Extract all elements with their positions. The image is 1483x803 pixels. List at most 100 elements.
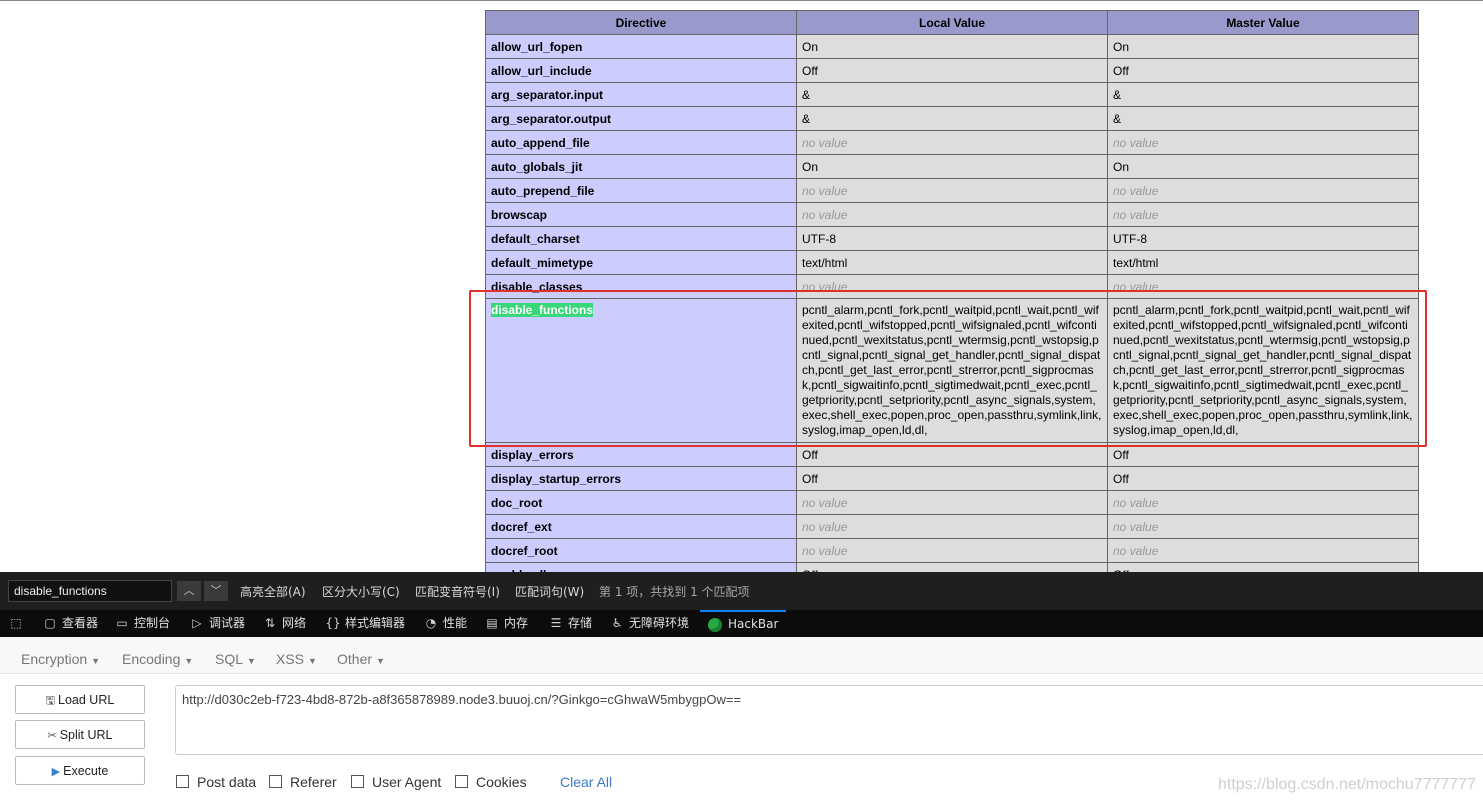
picker-icon: ⬚ xyxy=(10,616,22,630)
match-diacritics-toggle[interactable]: 匹配变音符号(I) xyxy=(415,583,500,600)
table-row: default_mimetype text/html text/html xyxy=(485,250,1419,275)
header-directive: Directive xyxy=(485,10,797,35)
local-value-cell: On xyxy=(796,154,1108,179)
local-value-cell: no value xyxy=(796,130,1108,155)
load-icon: 🖫 xyxy=(45,695,56,707)
url-textarea[interactable]: http://d030c2eb-f723-4bd8-872b-a8f365878… xyxy=(175,685,1483,755)
tab-accessibility[interactable]: ♿ 无障碍环境 xyxy=(609,610,689,637)
local-value-cell: text/html xyxy=(796,250,1108,275)
cookies-checkbox[interactable]: Cookies xyxy=(455,774,527,790)
devtools-toolbar: ⬚ ▢ 查看器 ▭ 控制台 ▷ 调试器 ⇅ 网络 {} 样式编辑器 ◔ 性能 ▤ 内存 ☰ 存储… xyxy=(0,610,1483,637)
menu-sql[interactable]: SQL ▼ xyxy=(215,651,256,667)
menu-xss[interactable]: XSS ▼ xyxy=(276,651,317,667)
directive-name: arg_separator.input xyxy=(491,87,604,102)
split-url-button[interactable]: ✂ Split URL xyxy=(15,720,145,749)
directive-cell: arg_separator.output xyxy=(485,106,797,131)
master-value-cell: text/html xyxy=(1107,250,1419,275)
tab-performance[interactable]: ◔ 性能 xyxy=(423,610,467,637)
clear-all-link[interactable]: Clear All xyxy=(560,774,612,790)
table-row: allow_url_fopen On On xyxy=(485,34,1419,59)
table-row: arg_separator.output & & xyxy=(485,106,1419,131)
find-input[interactable] xyxy=(8,580,172,602)
master-value-cell: no value xyxy=(1107,538,1419,563)
master-value-cell: On xyxy=(1107,154,1419,179)
master-value-cell: Off xyxy=(1107,58,1419,83)
directive-cell: auto_globals_jit xyxy=(485,154,797,179)
local-value-cell: no value xyxy=(796,490,1108,515)
local-value-cell: Off xyxy=(796,466,1108,491)
caret-down-icon: ▼ xyxy=(376,656,385,666)
tab-hackbar[interactable]: HackBar xyxy=(700,610,787,639)
directive-cell: auto_prepend_file xyxy=(485,178,797,203)
post-data-checkbox[interactable]: Post data xyxy=(176,774,256,790)
directive-name: allow_url_include xyxy=(491,63,592,78)
user-agent-checkbox[interactable]: User Agent xyxy=(351,774,441,790)
performance-icon: ◔ xyxy=(425,616,437,630)
find-next-button[interactable]: ﹀ xyxy=(204,581,228,601)
table-row: default_charset UTF-8 UTF-8 xyxy=(485,226,1419,251)
header-local-value: Local Value xyxy=(796,10,1108,35)
directive-cell: docref_root xyxy=(485,538,797,563)
tab-style-editor[interactable]: {} 样式编辑器 xyxy=(325,610,405,637)
directive-cell: doc_root xyxy=(485,490,797,515)
checkbox-box xyxy=(351,775,364,788)
menu-other[interactable]: Other ▼ xyxy=(337,651,385,667)
directive-name: browscap xyxy=(491,207,548,222)
local-value-cell: & xyxy=(796,106,1108,131)
checkbox-box xyxy=(455,775,468,788)
accessibility-icon: ♿ xyxy=(611,616,623,630)
directive-cell: default_charset xyxy=(485,226,797,251)
table-row: docref_ext no value no value xyxy=(485,514,1419,539)
tab-memory[interactable]: ▤ 内存 xyxy=(484,610,528,637)
tab-storage[interactable]: ☰ 存储 xyxy=(548,610,592,637)
find-bar: ︿ ﹀ 高亮全部(A) 区分大小写(C) 匹配变音符号(I) 匹配词句(W) 第… xyxy=(0,572,1483,610)
master-value-cell: On xyxy=(1107,34,1419,59)
watermark: https://blog.csdn.net/mochu7777777 xyxy=(1218,776,1476,793)
load-url-button[interactable]: 🖫 Load URL xyxy=(15,685,145,714)
directive-cell: arg_separator.input xyxy=(485,82,797,107)
menu-encoding[interactable]: Encoding ▼ xyxy=(122,651,193,667)
tab-debugger[interactable]: ▷ 调试器 xyxy=(189,610,245,637)
hackbar-icon xyxy=(708,617,722,632)
menu-encryption[interactable]: Encryption ▼ xyxy=(21,651,100,667)
directive-name: docref_ext xyxy=(491,519,552,534)
tab-network[interactable]: ⇅ 网络 xyxy=(262,610,306,637)
directive-name: auto_globals_jit xyxy=(491,159,583,174)
header-master-value: Master Value xyxy=(1107,10,1419,35)
directive-name: allow_url_fopen xyxy=(491,39,583,54)
referer-checkbox[interactable]: Referer xyxy=(269,774,337,790)
highlight-all-toggle[interactable]: 高亮全部(A) xyxy=(240,583,306,600)
table-row: arg_separator.input & & xyxy=(485,82,1419,107)
tab-inspector[interactable]: ▢ 查看器 xyxy=(42,610,98,637)
element-picker-button[interactable]: ⬚ xyxy=(8,610,28,637)
tab-console[interactable]: ▭ 控制台 xyxy=(114,610,170,637)
directive-cell: allow_url_include xyxy=(485,58,797,83)
master-value-cell: no value xyxy=(1107,178,1419,203)
local-value-cell: no value xyxy=(796,202,1108,227)
local-value-cell: no value xyxy=(796,178,1108,203)
find-status: 第 1 项，共找到 1 个匹配项 xyxy=(599,585,750,599)
table-row: auto_globals_jit On On xyxy=(485,154,1419,179)
top-border xyxy=(0,0,1483,1)
directive-name: docref_root xyxy=(491,543,558,558)
directive-cell: auto_append_file xyxy=(485,130,797,155)
hackbar-menu: Encryption ▼ Encoding ▼ SQL ▼ XSS ▼ Other ▼ xyxy=(0,637,1483,674)
local-value-cell: no value xyxy=(796,514,1108,539)
master-value-cell: no value xyxy=(1107,490,1419,515)
whole-words-toggle[interactable]: 匹配词句(W) xyxy=(515,583,584,600)
play-icon: ▶ xyxy=(51,766,61,778)
console-icon: ▭ xyxy=(116,616,128,630)
caret-down-icon: ▼ xyxy=(308,656,317,666)
table-row: allow_url_include Off Off xyxy=(485,58,1419,83)
directive-name: doc_root xyxy=(491,495,543,510)
local-value-cell: Off xyxy=(796,58,1108,83)
master-value-cell: no value xyxy=(1107,130,1419,155)
directive-name: default_mimetype xyxy=(491,255,594,270)
directive-name: arg_separator.output xyxy=(491,111,612,126)
local-value-cell: UTF-8 xyxy=(796,226,1108,251)
find-previous-button[interactable]: ︿ xyxy=(177,581,201,601)
directive-name: auto_prepend_file xyxy=(491,183,595,198)
table-row: docref_root no value no value xyxy=(485,538,1419,563)
execute-button[interactable]: ▶ Execute xyxy=(15,756,145,785)
match-case-toggle[interactable]: 区分大小写(C) xyxy=(322,583,400,600)
